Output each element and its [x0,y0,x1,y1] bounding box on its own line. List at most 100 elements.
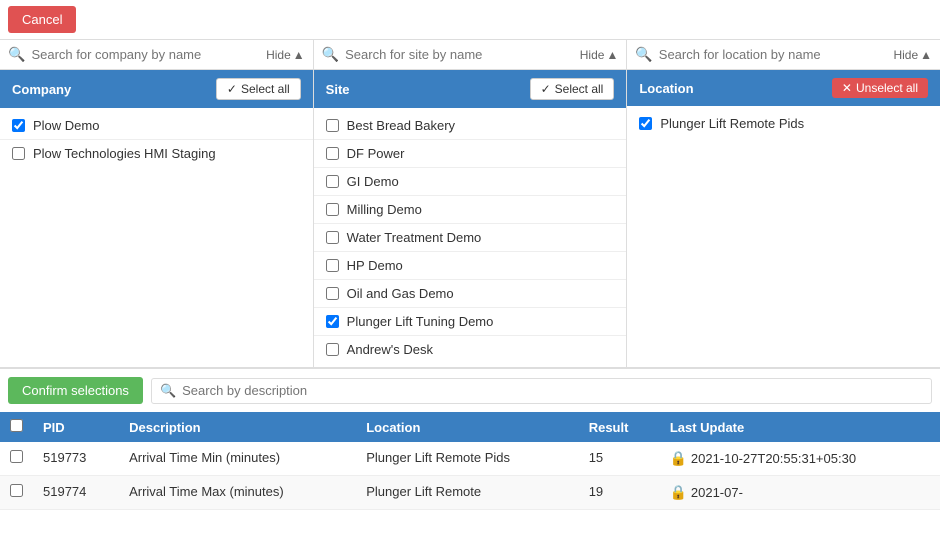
row-description: Arrival Time Min (minutes) [119,442,356,476]
bottom-section: Confirm selections 🔍 PID Description Loc… [0,369,940,510]
site-column-title: Site [326,82,350,97]
item-label: Water Treatment Demo [347,230,482,245]
site-hide-link[interactable]: Hide ▲ [580,48,619,62]
item-checkbox[interactable] [326,259,339,272]
item-checkbox[interactable] [326,343,339,356]
row-checkbox[interactable] [10,450,23,463]
company-select-all-button[interactable]: ✓ Select all [216,78,301,100]
item-checkbox[interactable] [326,147,339,160]
item-label: Plow Technologies HMI Staging [33,146,216,161]
row-result: 19 [579,476,660,510]
list-item[interactable]: Plunger Lift Remote Pids [627,110,940,137]
list-item[interactable]: HP Demo [314,252,627,280]
item-label: Plunger Lift Tuning Demo [347,314,494,329]
description-search-wrapper: 🔍 [151,378,932,404]
site-search-input[interactable] [345,47,572,62]
list-item[interactable]: Water Treatment Demo [314,224,627,252]
table-row: 519773 Arrival Time Min (minutes) Plunge… [0,442,940,476]
site-select-all-button[interactable]: ✓ Select all [530,78,615,100]
item-checkbox[interactable] [326,203,339,216]
table-header-result: Result [579,412,660,442]
confirm-selections-button[interactable]: Confirm selections [8,377,143,404]
item-label: GI Demo [347,174,399,189]
site-column: Site ✓ Select all Best Bread Bakery DF Po… [314,70,628,367]
columns-panel: Company ✓ Select all Plow Demo Plow Techn… [0,70,940,369]
list-item[interactable]: Best Bread Bakery [314,112,627,140]
location-search-icon: 🔍 [635,46,652,63]
table-header-last-update: Last Update [660,412,940,442]
location-items-list: Plunger Lift Remote Pids [627,106,940,186]
cancel-button[interactable]: Cancel [8,6,76,33]
table-header-pid: PID [33,412,119,442]
search-row: 🔍 Hide ▲ 🔍 Hide ▲ 🔍 Hide ▲ [0,39,940,70]
list-item[interactable]: DF Power [314,140,627,168]
lock-icon: 🔒 [670,484,687,500]
list-item[interactable]: Milling Demo [314,196,627,224]
item-label: Best Bread Bakery [347,118,455,133]
checkmark-icon: ✓ [227,82,237,96]
table-header-location: Location [356,412,578,442]
item-label: DF Power [347,146,405,161]
table-header-row: PID Description Location Result Last Upd… [0,412,940,442]
site-search-icon: 🔍 [322,46,339,63]
description-search-input[interactable] [182,383,923,398]
row-location: Plunger Lift Remote Pids [356,442,578,476]
row-last-update: 🔒 2021-10-27T20:55:31+05:30 [660,442,940,476]
table-row: 519774 Arrival Time Max (minutes) Plunge… [0,476,940,510]
list-item[interactable]: Plow Technologies HMI Staging [0,140,313,167]
location-column-title: Location [639,81,693,96]
site-column-header: Site ✓ Select all [314,70,627,108]
row-result: 15 [579,442,660,476]
company-hide-link[interactable]: Hide ▲ [266,48,305,62]
row-checkbox[interactable] [10,484,23,497]
location-column: Location ✕ Unselect all Plunger Lift Rem… [627,70,940,367]
list-item[interactable]: Andrew's Desk [314,336,627,363]
list-item[interactable]: Oil and Gas Demo [314,280,627,308]
row-checkbox-cell [0,442,33,476]
location-search-input[interactable] [659,47,886,62]
row-pid: 519773 [33,442,119,476]
desc-search-icon: 🔍 [160,383,176,399]
lock-icon: 🔒 [670,450,687,466]
item-label: Oil and Gas Demo [347,286,454,301]
list-item[interactable]: Plunger Lift Tuning Demo [314,308,627,336]
list-item[interactable]: Plow Demo [0,112,313,140]
company-search-icon: 🔍 [8,46,25,63]
site-checkmark-icon: ✓ [541,82,551,96]
item-label: Andrew's Desk [347,342,433,357]
confirm-row: Confirm selections 🔍 [0,369,940,412]
company-search-group: 🔍 Hide ▲ [0,40,314,69]
item-checkbox[interactable] [326,287,339,300]
select-all-rows-checkbox[interactable] [10,419,23,432]
row-location: Plunger Lift Remote [356,476,578,510]
table-header-checkbox [0,412,33,442]
list-item[interactable]: GI Demo [314,168,627,196]
company-column-header: Company ✓ Select all [0,70,313,108]
data-table-wrapper: PID Description Location Result Last Upd… [0,412,940,510]
item-label: Plunger Lift Remote Pids [660,116,804,131]
item-checkbox[interactable] [326,119,339,132]
location-hide-link[interactable]: Hide ▲ [893,48,932,62]
location-column-header: Location ✕ Unselect all [627,70,940,106]
site-items-list: Best Bread Bakery DF Power GI Demo Milling … [314,108,627,367]
company-search-input[interactable] [31,47,258,62]
row-last-update: 🔒 2021-07- [660,476,940,510]
item-checkbox[interactable] [639,117,652,130]
table-header-description: Description [119,412,356,442]
item-checkbox[interactable] [326,315,339,328]
company-column: Company ✓ Select all Plow Demo Plow Techn… [0,70,314,367]
data-table: PID Description Location Result Last Upd… [0,412,940,510]
row-pid: 519774 [33,476,119,510]
location-unselect-all-button[interactable]: ✕ Unselect all [832,78,928,98]
company-items-list: Plow Demo Plow Technologies HMI Staging [0,108,313,188]
location-search-group: 🔍 Hide ▲ [627,40,940,69]
item-label: Milling Demo [347,202,422,217]
row-description: Arrival Time Max (minutes) [119,476,356,510]
item-checkbox[interactable] [326,231,339,244]
item-checkbox[interactable] [12,119,25,132]
item-label: HP Demo [347,258,403,273]
location-x-icon: ✕ [842,81,852,95]
site-search-group: 🔍 Hide ▲ [314,40,628,69]
item-checkbox[interactable] [12,147,25,160]
item-checkbox[interactable] [326,175,339,188]
